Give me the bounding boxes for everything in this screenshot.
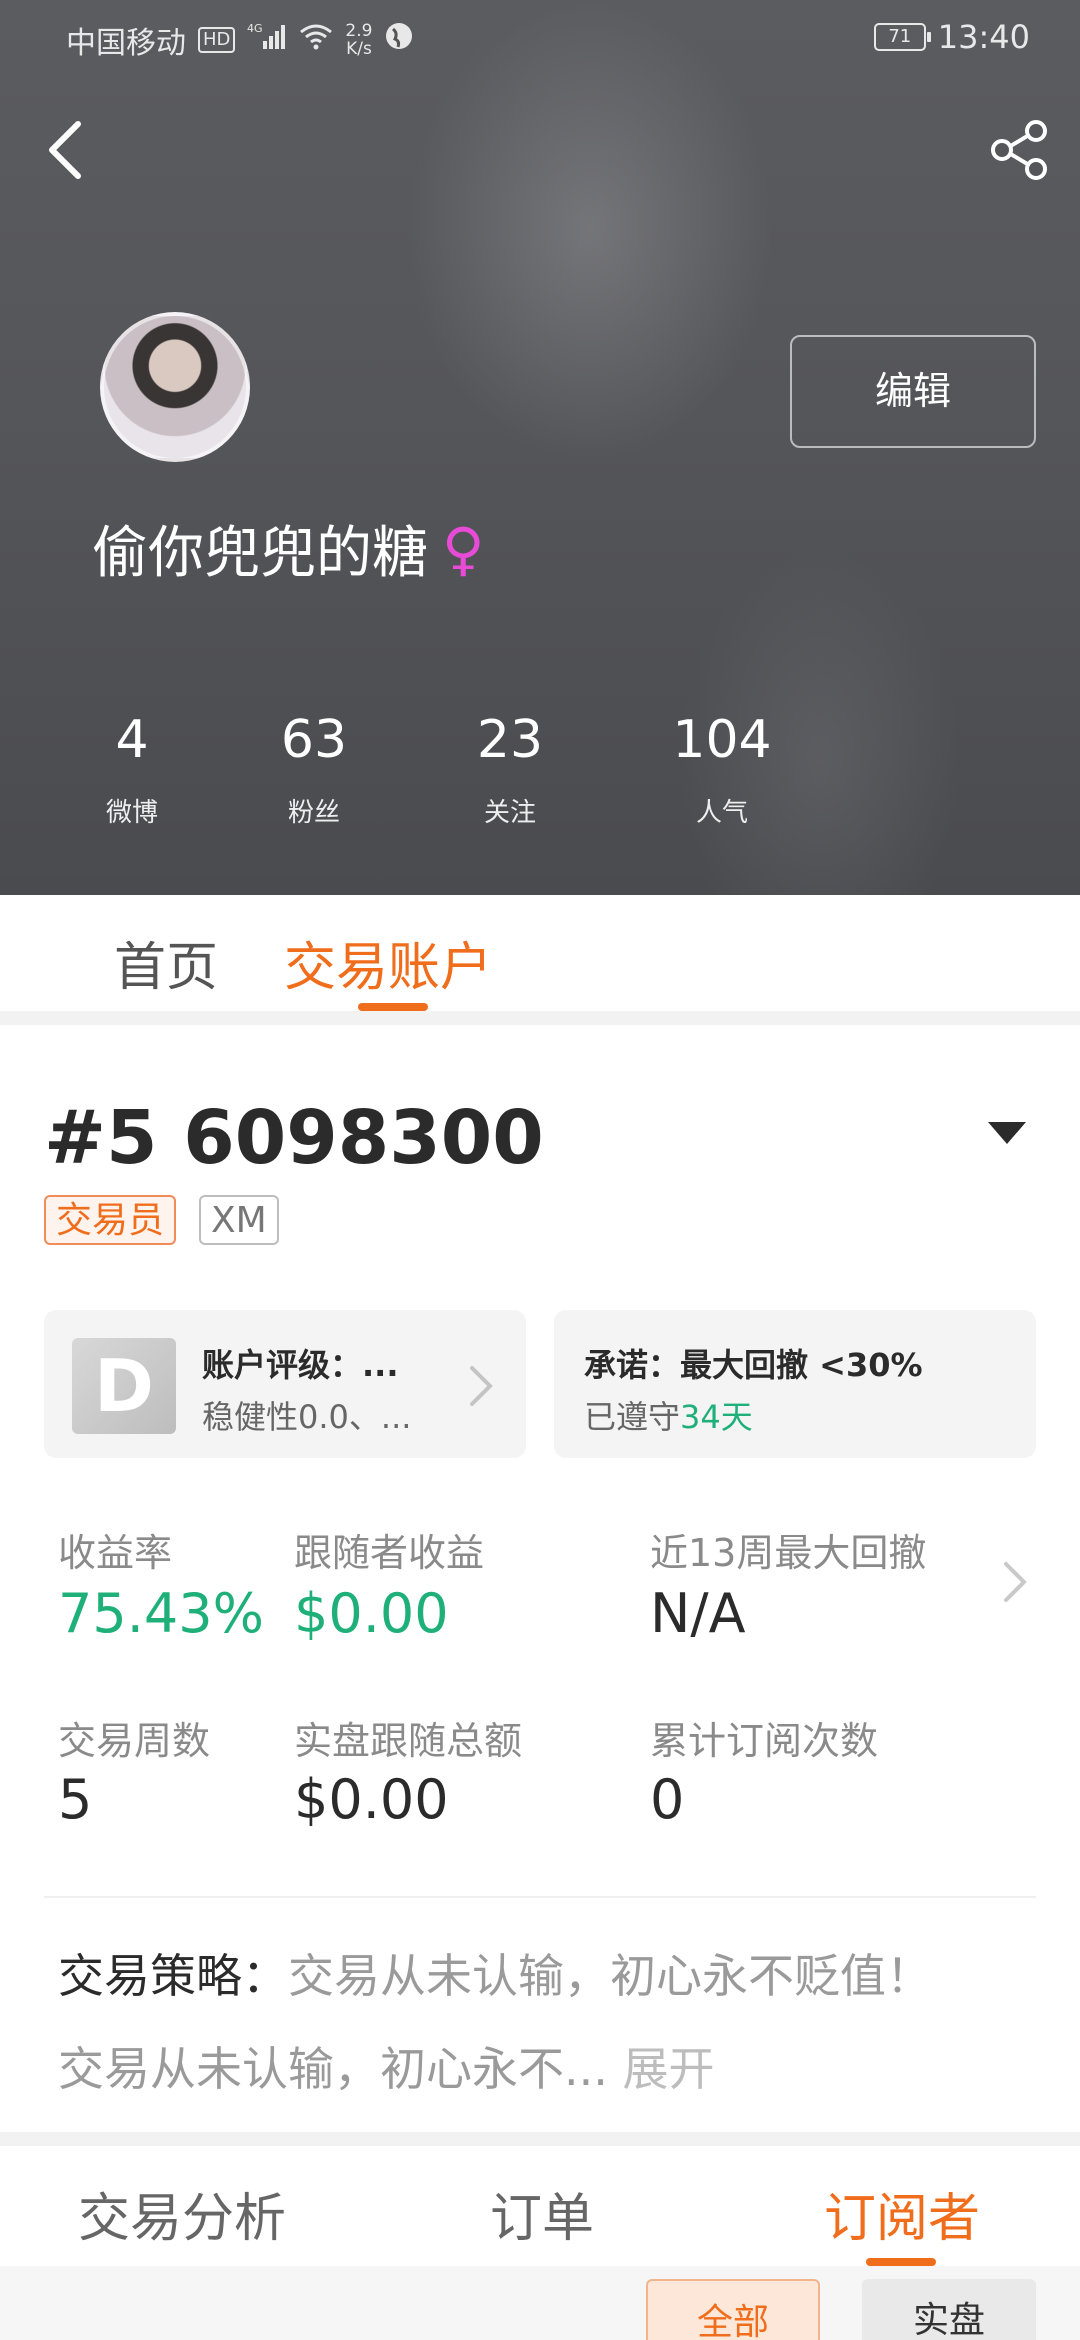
svg-text:4G: 4G: [247, 22, 263, 35]
network-speed: 2.9 K/s: [345, 22, 372, 58]
stat-label: 微博: [105, 798, 158, 828]
metric-label-follower-profit: 跟随者收益: [294, 1531, 485, 1575]
stat-label: 关注: [483, 798, 536, 828]
metric-value-return: 75.43%: [58, 1582, 264, 1645]
tab-orders[interactable]: 订单: [490, 2176, 594, 2251]
chevron-right-icon[interactable]: [994, 1556, 1034, 1608]
speed-value: 2.9: [345, 21, 373, 41]
metric-value-max-drawdown: N/A: [650, 1582, 746, 1645]
promise-title: 承诺：最大回撤 <30%: [584, 1346, 923, 1384]
filter-live-button[interactable]: 实盘: [862, 2279, 1036, 2340]
account-tabs: 交易分析 订单 订阅者: [0, 2146, 1080, 2266]
speed-unit: K/s: [346, 39, 372, 59]
expand-link[interactable]: 展开: [623, 2042, 715, 2096]
filter-all-button[interactable]: 全部: [646, 2279, 820, 2340]
stat-label: 人气: [695, 798, 748, 828]
profile-header: 中国移动 HD 4G 2.9 K/s 71 13:40 编辑 偷你兜兜的糖 ♀ …: [0, 0, 1080, 895]
rating-subtitle: 稳健性0.0、...: [202, 1398, 412, 1436]
metric-value-trading-weeks: 5: [58, 1768, 93, 1831]
edit-profile-button[interactable]: 编辑: [790, 335, 1036, 448]
trader-tag: 交易员: [44, 1195, 177, 1245]
chevron-left-icon: [49, 121, 81, 179]
promise-card[interactable]: 承诺：最大回撤 <30% 已遵守34天: [554, 1310, 1036, 1458]
metric-value-subscriptions: 0: [650, 1768, 685, 1831]
active-tab-indicator: [866, 2258, 936, 2266]
section-divider: [0, 2132, 1080, 2146]
stat-count: 63: [280, 710, 348, 770]
strategy-body: 交易从未认输，初心永不... 展开: [58, 2033, 715, 2099]
rating-badge: D: [72, 1338, 176, 1434]
username-text: 偷你兜兜的糖: [92, 521, 428, 586]
battery-icon: 71: [873, 23, 931, 51]
globe-icon: [384, 21, 414, 59]
account-rating-card[interactable]: D 账户评级：... 稳健性0.0、...: [44, 1310, 526, 1458]
share-icon: [991, 120, 1047, 180]
strategy-body-text: 交易从未认输，初心永不...: [58, 2042, 608, 2096]
avatar[interactable]: [100, 312, 250, 462]
account-number: #5 6098300: [44, 1095, 544, 1181]
profile-tabs: 首页 交易账户: [0, 895, 1080, 1011]
metric-label-trading-weeks: 交易周数: [58, 1719, 211, 1763]
filter-bar: 全部 实盘: [0, 2266, 1080, 2340]
stat-fans[interactable]: 63 粉丝: [224, 710, 404, 829]
stat-label: 粉丝: [287, 798, 340, 828]
username: 偷你兜兜的糖 ♀: [92, 508, 484, 589]
stat-count: 4: [115, 710, 149, 770]
rating-title: 账户评级：...: [202, 1346, 399, 1384]
female-icon: ♀: [442, 514, 485, 583]
status-bar: 中国移动 HD 4G 2.9 K/s 71 13:40: [0, 0, 1080, 78]
tab-trading-account[interactable]: 交易账户: [284, 925, 492, 1000]
back-button[interactable]: [36, 110, 96, 190]
share-button[interactable]: [982, 114, 1054, 186]
metric-label-max-drawdown: 近13周最大回撤: [650, 1531, 927, 1575]
promise-kept-days: 34天: [680, 1398, 753, 1436]
tab-trading-analysis[interactable]: 交易分析: [78, 2176, 286, 2251]
metric-label-return: 收益率: [58, 1531, 173, 1575]
hd-icon: HD: [198, 27, 236, 53]
stat-popularity[interactable]: 104 人气: [632, 710, 812, 829]
stat-weibo[interactable]: 4 微博: [42, 710, 222, 829]
strategy-value: 交易从未认输，初心永不贬值！: [288, 1949, 932, 2003]
chevron-right-icon: [470, 1366, 493, 1406]
active-tab-indicator: [358, 1003, 428, 1011]
tab-home[interactable]: 首页: [114, 925, 218, 1000]
metric-value-follow-total: $0.00: [294, 1768, 449, 1831]
promise-kept-prefix: 已遵守: [584, 1398, 681, 1436]
broker-tag: XM: [199, 1195, 279, 1245]
promise-kept: 已遵守34天: [584, 1392, 753, 1438]
metric-value-follower-profit: $0.00: [294, 1582, 449, 1645]
stat-count: 23: [476, 710, 544, 770]
carrier-label: 中国移动: [66, 26, 186, 61]
tab-subscribers[interactable]: 订阅者: [824, 2176, 980, 2251]
clock: 13:40: [937, 18, 1030, 56]
wifi-icon: [299, 22, 333, 58]
caret-down-icon[interactable]: [988, 1122, 1026, 1144]
metric-label-subscriptions: 累计订阅次数: [650, 1719, 879, 1763]
metric-label-follow-total: 实盘跟随总额: [294, 1719, 523, 1763]
stat-count: 104: [672, 710, 772, 770]
section-divider: [0, 1011, 1080, 1025]
strategy-headline: 交易策略：交易从未认输，初心永不贬值！: [58, 1940, 932, 2006]
stat-following[interactable]: 23 关注: [420, 710, 600, 829]
strategy-key: 交易策略：: [58, 1949, 288, 2003]
signal-icon: 4G: [247, 21, 287, 59]
divider: [44, 1896, 1036, 1898]
